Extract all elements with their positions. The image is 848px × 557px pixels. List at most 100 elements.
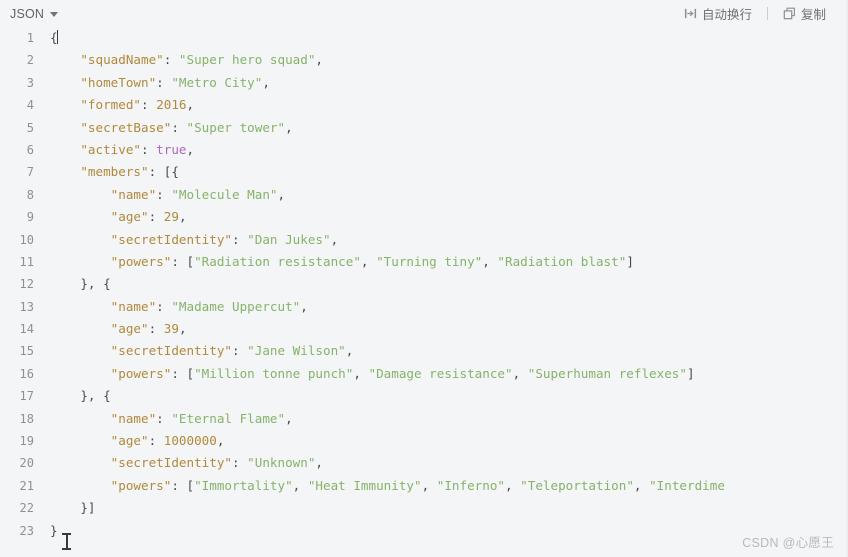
line-number: 5 — [26, 120, 34, 135]
code-line[interactable]: 16 "powers": ["Million tonne punch", "Da… — [0, 363, 848, 385]
code-line[interactable]: 19 "age": 1000000, — [0, 430, 848, 452]
code-line[interactable]: 1{ — [0, 27, 848, 49]
word-wrap-icon — [684, 7, 697, 20]
token-str: "Turning tiny" — [376, 253, 483, 269]
code-line[interactable]: 21 "powers": ["Immortality", "Heat Immun… — [0, 475, 848, 497]
token-punc: , — [482, 253, 498, 269]
token-punc: , — [186, 141, 195, 157]
token-punc: : — [156, 74, 172, 90]
token-punc: : — [232, 231, 248, 247]
token-punc: : — [156, 186, 172, 202]
token-punc: , — [633, 477, 650, 493]
token-num: 39 — [163, 321, 179, 337]
code-line[interactable]: 5 "secretBase": "Super tower", — [0, 117, 848, 139]
token-punc: , — [277, 186, 286, 202]
line-number: 21 — [19, 478, 34, 493]
token-punc: : — [156, 410, 172, 426]
word-wrap-button[interactable]: 自动换行 — [676, 2, 760, 25]
code-line[interactable]: 11 "powers": ["Radiation resistance", "T… — [0, 251, 848, 273]
line-content: "squadName": "Super hero squad", — [34, 49, 848, 71]
code-line[interactable]: 23} — [0, 520, 848, 542]
toolbar-divider — [766, 7, 768, 20]
token-punc: , — [292, 477, 308, 493]
token-punc — [50, 478, 111, 493]
token-num: 29 — [163, 209, 179, 225]
line-number: 15 — [19, 344, 34, 359]
code-line[interactable]: 17 }, { — [0, 385, 848, 407]
line-number: 10 — [19, 232, 34, 247]
token-key: "name" — [110, 298, 157, 314]
copy-button[interactable]: 复制 — [775, 2, 834, 25]
code-line[interactable]: 20 "secretIdentity": "Unknown", — [0, 452, 848, 474]
token-num: 1000000 — [163, 433, 217, 449]
line-content: "members": [{ — [34, 161, 848, 183]
code-line[interactable]: 7 "members": [{ — [0, 161, 848, 183]
code-line[interactable]: 2 "squadName": "Super hero squad", — [0, 49, 848, 71]
token-str: "Inferno" — [436, 477, 505, 493]
token-punc: , — [186, 97, 195, 113]
code-line[interactable]: 14 "age": 39, — [0, 318, 848, 340]
token-key: "homeTown" — [80, 74, 157, 90]
token-key: "name" — [110, 186, 157, 202]
language-selector[interactable]: JSON — [10, 7, 59, 21]
code-line[interactable]: 9 "age": 29, — [0, 206, 848, 228]
token-punc: : — [141, 97, 157, 113]
code-line[interactable]: 15 "secretIdentity": "Jane Wilson", — [0, 340, 848, 362]
token-punc: : [ — [171, 365, 195, 381]
editor-toolbar: JSON 自动换行 复制 — [0, 0, 848, 27]
line-content: "powers": ["Million tonne punch", "Damag… — [34, 363, 848, 385]
token-punc — [50, 411, 111, 426]
token-str: "Teleportation" — [520, 477, 634, 493]
token-str: "Jane Wilson" — [247, 343, 346, 359]
token-key: "squadName" — [80, 52, 164, 68]
line-number: 12 — [19, 277, 34, 292]
token-punc: , — [178, 321, 187, 337]
code-line[interactable]: 6 "active": true, — [0, 139, 848, 161]
code-line[interactable]: 13 "name": "Madame Uppercut", — [0, 296, 848, 318]
token-key: "members" — [80, 164, 149, 180]
token-key: "powers" — [110, 477, 172, 493]
line-number: 14 — [19, 322, 34, 337]
token-str: "Molecule Man" — [171, 186, 278, 202]
line-number: 13 — [19, 299, 34, 314]
code-line[interactable]: 18 "name": "Eternal Flame", — [0, 408, 848, 430]
token-str: "Eternal Flame" — [171, 410, 286, 426]
token-punc: : [{ — [148, 164, 179, 180]
line-number: 9 — [26, 210, 34, 225]
code-line[interactable]: 3 "homeTown": "Metro City", — [0, 72, 848, 94]
token-str: "Heat Immunity" — [307, 477, 422, 493]
token-punc: , — [330, 231, 339, 247]
code-line[interactable]: 4 "formed": 2016, — [0, 94, 848, 116]
token-bool: true — [156, 141, 187, 157]
token-str: "Million tonne punch" — [194, 365, 354, 381]
code-lines: 1{2 "squadName": "Super hero squad", 3 "h… — [0, 27, 848, 542]
token-punc — [50, 164, 80, 179]
code-line[interactable]: 8 "name": "Molecule Man", — [0, 184, 848, 206]
token-str: "Immortality" — [194, 477, 293, 493]
token-punc — [50, 120, 80, 135]
token-punc: : — [163, 52, 179, 68]
toolbar-actions: 自动换行 复制 — [676, 2, 834, 25]
token-key: "powers" — [110, 253, 172, 269]
line-number: 7 — [26, 165, 34, 180]
line-number: 22 — [19, 501, 34, 516]
code-content[interactable]: 1{2 "squadName": "Super hero squad", 3 "h… — [0, 27, 848, 557]
token-punc: : — [232, 343, 248, 359]
token-punc: : — [148, 433, 164, 449]
token-key: "formed" — [80, 97, 142, 113]
json-viewer: JSON 自动换行 复制 1 {2 "squadName": "Super h… — [0, 0, 848, 557]
line-content: "powers": ["Immortality", "Heat Immunity… — [34, 475, 848, 497]
line-number: 17 — [19, 389, 34, 404]
line-content: "secretIdentity": "Jane Wilson", — [34, 340, 848, 362]
token-punc — [50, 97, 80, 112]
token-punc: , — [285, 119, 293, 135]
copy-icon — [783, 7, 796, 20]
token-punc: }, { — [50, 276, 111, 292]
code-line[interactable]: 10 "secretIdentity": "Dan Jukes", — [0, 229, 848, 251]
token-str: "Super hero squad" — [178, 52, 316, 68]
code-line[interactable]: 22 }] — [0, 497, 848, 519]
code-line[interactable]: 12 }, { — [0, 273, 848, 295]
line-number: 20 — [19, 456, 34, 471]
line-content: "age": 39, — [34, 318, 848, 340]
line-content: }] — [34, 497, 848, 519]
